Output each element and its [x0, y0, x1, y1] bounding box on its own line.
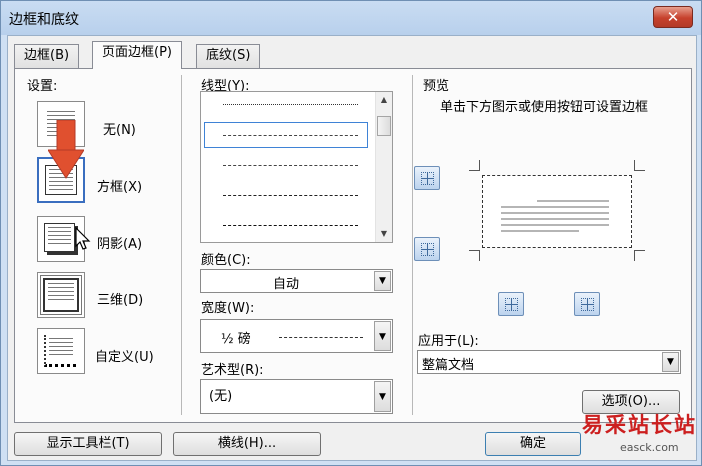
art-label: 艺术型(R):	[201, 363, 264, 378]
left-border-icon	[505, 298, 518, 311]
apply-to-select[interactable]: 整篇文档 ▼	[417, 350, 681, 374]
setting-shadow-label[interactable]: 阴影(A)	[97, 233, 142, 252]
top-border-button[interactable]	[414, 166, 440, 190]
apply-to-label: 应用于(L):	[418, 334, 479, 349]
art-value: (无)	[209, 389, 233, 404]
dialog-body: 边框(B) 页面边框(P) 底纹(S) 设置: 无(N) 方框(X) 阴影(A)…	[7, 35, 697, 461]
line-style-option[interactable]	[223, 195, 358, 196]
line-style-option[interactable]	[223, 104, 358, 105]
close-button[interactable]: ✕	[653, 6, 693, 28]
color-select[interactable]: 自动 ▼	[200, 269, 393, 293]
setting-custom-label[interactable]: 自定义(U)	[95, 346, 154, 365]
corner-guide	[634, 160, 645, 171]
art-select[interactable]: (无) ▼	[200, 379, 393, 414]
line-style-option[interactable]	[223, 165, 358, 166]
title-bar[interactable]: 边框和底纹 ✕	[1, 1, 701, 35]
setting-3d-icon[interactable]	[37, 272, 85, 318]
width-line-sample	[279, 337, 363, 338]
tab-shading[interactable]: 底纹(S)	[196, 44, 261, 68]
horizontal-line-button[interactable]: 横线(H)...	[173, 432, 321, 456]
scroll-down-icon[interactable]: ▼	[376, 226, 392, 242]
setting-custom-icon[interactable]	[37, 328, 85, 374]
preview-page[interactable]	[482, 175, 632, 248]
show-toolbar-button[interactable]: 显示工具栏(T)	[14, 432, 162, 456]
dialog-window: 边框和底纹 ✕ 边框(B) 页面边框(P) 底纹(S) 设置: 无(N) 方框(…	[0, 0, 702, 466]
color-value: 自动	[273, 277, 300, 292]
divider	[412, 75, 413, 415]
dropdown-arrow-icon[interactable]: ▼	[374, 271, 391, 291]
setting-3d-label[interactable]: 三维(D)	[97, 289, 143, 308]
ok-button[interactable]: 确定	[485, 432, 581, 456]
dropdown-arrow-icon[interactable]: ▼	[662, 352, 679, 372]
settings-label: 设置:	[27, 79, 58, 94]
color-label: 颜色(C):	[201, 253, 251, 268]
line-style-scrollbar[interactable]: ▲ ▼	[375, 92, 392, 242]
top-border-icon	[421, 172, 434, 185]
tab-borders[interactable]: 边框(B)	[14, 44, 80, 68]
scroll-up-icon[interactable]: ▲	[376, 92, 392, 108]
apply-to-value: 整篇文档	[422, 358, 475, 373]
line-style-list[interactable]: ▲ ▼	[200, 91, 393, 243]
tab-page-border[interactable]: 页面边框(P)	[92, 41, 182, 69]
bottom-border-icon	[421, 243, 434, 256]
width-label: 宽度(W):	[201, 301, 255, 316]
right-border-button[interactable]	[574, 292, 600, 316]
corner-guide	[469, 250, 480, 261]
dropdown-arrow-icon[interactable]: ▼	[374, 321, 391, 351]
dropdown-arrow-icon[interactable]: ▼	[374, 381, 391, 412]
dialog-title: 边框和底纹	[9, 12, 79, 28]
bottom-border-button[interactable]	[414, 237, 440, 261]
scroll-thumb[interactable]	[377, 116, 391, 136]
right-border-icon	[581, 298, 594, 311]
mouse-pointer-icon	[75, 226, 91, 256]
divider	[181, 75, 182, 415]
left-border-button[interactable]	[498, 292, 524, 316]
line-style-option[interactable]	[223, 135, 358, 136]
width-select[interactable]: ½ 磅 ▼	[200, 319, 393, 353]
corner-guide	[634, 250, 645, 261]
setting-none-label[interactable]: 无(N)	[103, 119, 136, 138]
watermark-subtext: easck.com	[620, 441, 679, 454]
preview-label: 预览	[423, 79, 450, 94]
corner-guide	[469, 160, 480, 171]
setting-box-label[interactable]: 方框(X)	[97, 176, 142, 195]
preview-hint: 单击下方图示或使用按钮可设置边框	[440, 100, 649, 115]
line-style-option[interactable]	[223, 225, 358, 226]
annotation-arrow-icon	[48, 120, 84, 179]
width-value: ½ 磅	[221, 332, 251, 347]
